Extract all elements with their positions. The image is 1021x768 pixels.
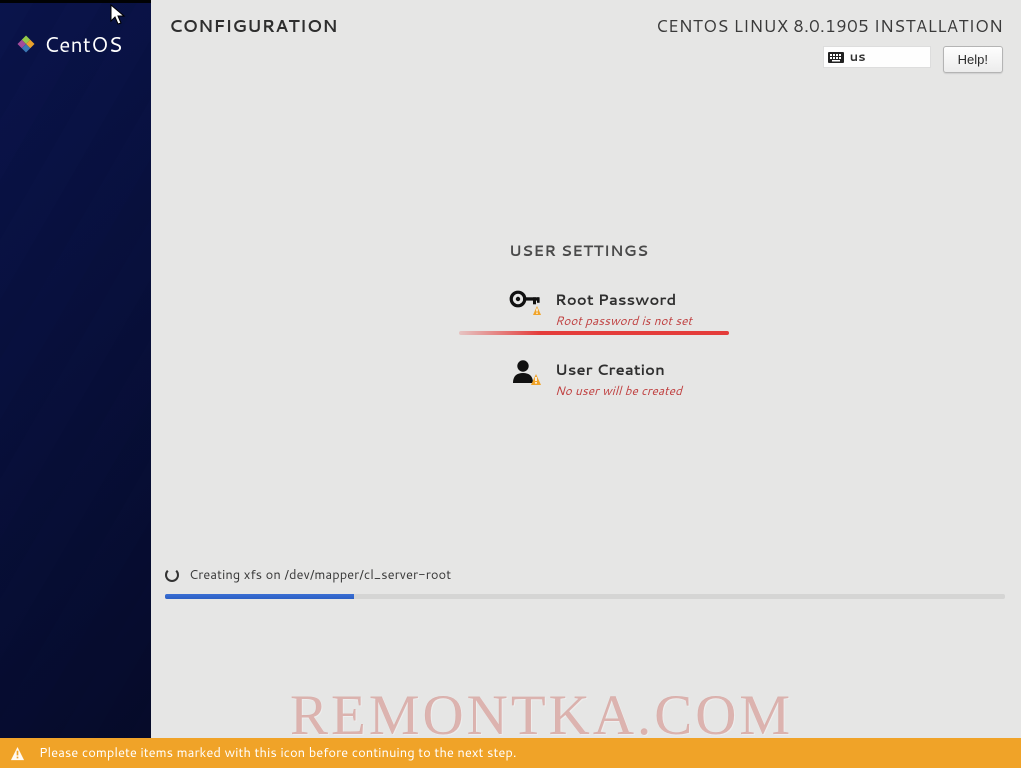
- user-creation-title: User Creation: [555, 359, 682, 380]
- progress-area: Creating xfs on /dev/mapper/cl_server-ro…: [165, 566, 1005, 599]
- header: CONFIGURATION CENTOS LINUX 8.0.1905 INST…: [151, 0, 1021, 73]
- distro-logo: CentOS: [14, 29, 151, 59]
- root-password-spoke[interactable]: Root Password Root password is not set: [509, 289, 709, 329]
- user-creation-spoke[interactable]: User Creation No user will be created: [509, 359, 709, 399]
- spokes-area: USER SETTINGS Root Password Root passwor…: [151, 240, 1021, 399]
- keyboard-layout-label: us: [850, 48, 866, 66]
- centos-logo-icon: [14, 32, 38, 56]
- user-settings-heading: USER SETTINGS: [509, 240, 1021, 261]
- progress-bar: [165, 594, 1005, 599]
- sidebar-top-strip: [0, 0, 151, 3]
- root-password-title: Root Password: [555, 289, 692, 310]
- page-title: CONFIGURATION: [169, 14, 338, 73]
- help-button[interactable]: Help!: [943, 46, 1003, 73]
- root-password-status: Root password is not set: [555, 312, 692, 329]
- progress-text: Creating xfs on /dev/mapper/cl_server-ro…: [189, 566, 451, 584]
- user-warning-icon: [509, 359, 541, 385]
- spinner-icon: [165, 568, 179, 582]
- main-area: CONFIGURATION CENTOS LINUX 8.0.1905 INST…: [151, 0, 1021, 768]
- progress-fill: [165, 594, 354, 599]
- header-right: CENTOS LINUX 8.0.1905 INSTALLATION us He…: [656, 14, 1003, 73]
- sidebar: CentOS: [0, 0, 151, 768]
- key-warning-icon: [509, 289, 541, 315]
- warning-message: Please complete items marked with this i…: [39, 744, 516, 762]
- user-creation-status: No user will be created: [555, 382, 682, 399]
- keyboard-icon: [828, 52, 844, 63]
- root-password-underline: [459, 331, 729, 335]
- keyboard-layout-selector[interactable]: us: [823, 46, 931, 68]
- installation-title: CENTOS LINUX 8.0.1905 INSTALLATION: [656, 14, 1003, 38]
- warning-triangle-icon: [10, 746, 25, 761]
- warning-bar: Please complete items marked with this i…: [0, 738, 1021, 768]
- distro-name: CentOS: [44, 29, 123, 59]
